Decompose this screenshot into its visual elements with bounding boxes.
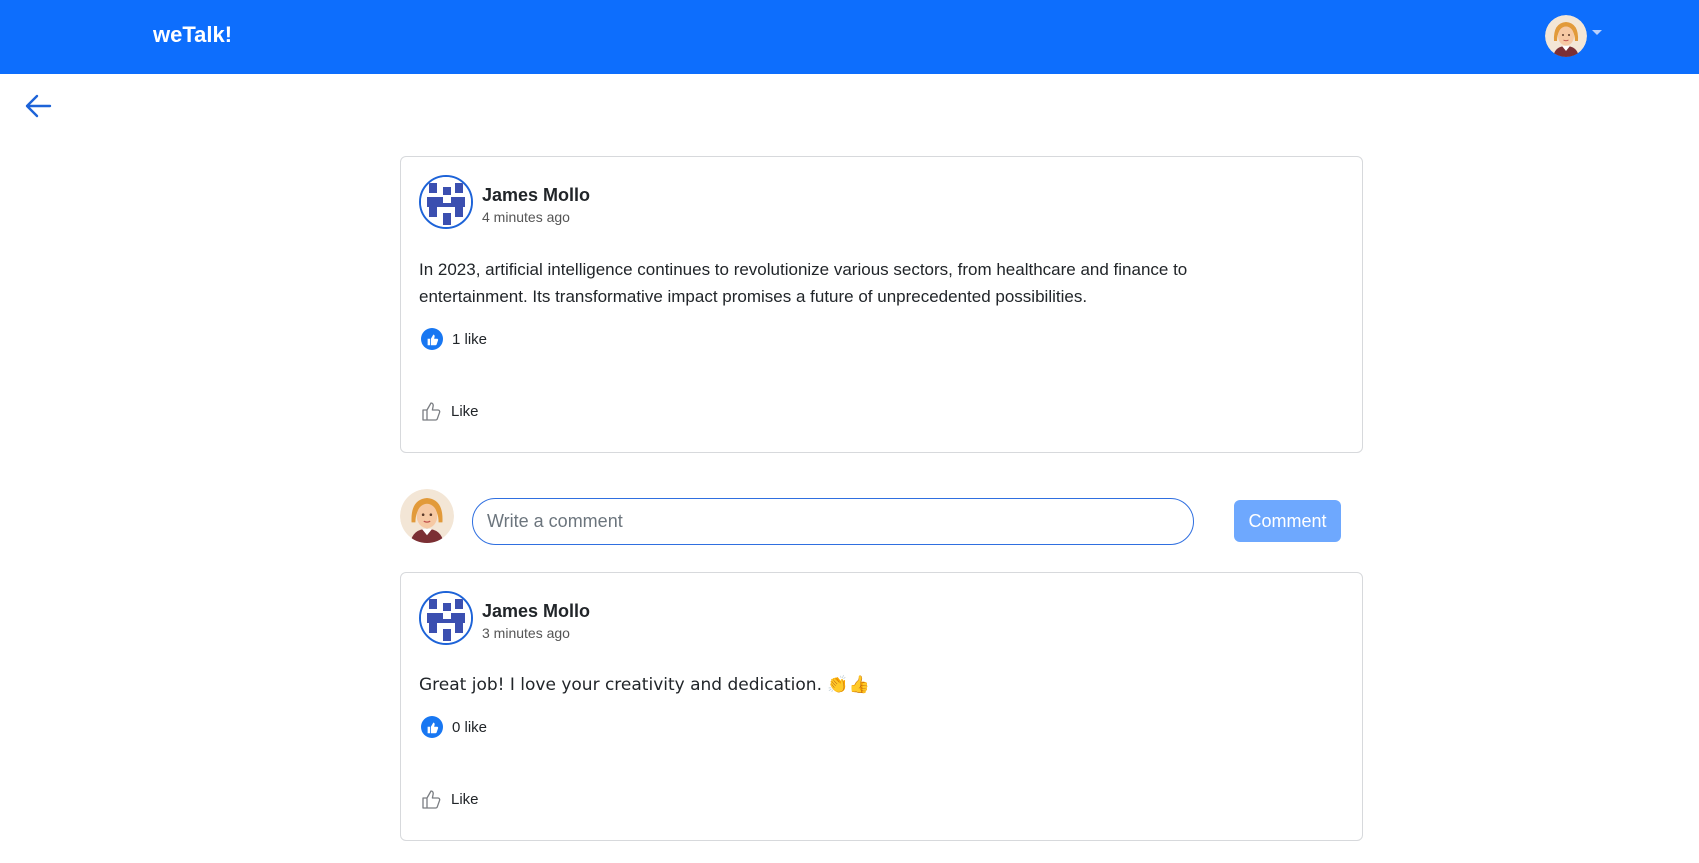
brand-logo[interactable]: weTalk! — [153, 22, 232, 48]
like-button[interactable]: Like — [421, 788, 479, 810]
comment-input[interactable] — [472, 498, 1194, 545]
like-button-label: Like — [451, 790, 479, 808]
like-button[interactable]: Like — [421, 400, 479, 422]
post-text: In 2023, artificial intelligence continu… — [419, 260, 1188, 306]
post-timestamp: 4 minutes ago — [482, 209, 570, 225]
thumbs-up-filled-icon — [421, 328, 443, 350]
like-count-label: 1 like — [452, 330, 488, 348]
caret-down-icon[interactable] — [1592, 30, 1602, 35]
current-user-avatar[interactable] — [400, 489, 454, 543]
user-avatar[interactable] — [1545, 15, 1587, 57]
author-avatar[interactable] — [419, 591, 473, 645]
arrow-left-icon[interactable] — [24, 93, 52, 119]
author-avatar[interactable] — [419, 175, 473, 229]
comment-submit-button[interactable]: Comment — [1234, 500, 1341, 542]
thumbs-up-filled-icon — [421, 716, 443, 738]
post-card: James Mollo 4 minutes ago In 2023, artif… — [400, 156, 1363, 453]
author-name[interactable]: James Mollo — [482, 185, 590, 206]
author-name[interactable]: James Mollo — [482, 601, 590, 622]
thumbs-up-outline-icon — [422, 790, 441, 809]
comment-timestamp: 3 minutes ago — [482, 625, 570, 641]
thumbs-up-outline-icon — [422, 402, 441, 421]
like-count: 1 like — [421, 328, 487, 350]
like-count-label: 0 like — [452, 718, 488, 736]
like-button-label: Like — [451, 402, 479, 420]
comment-text: Great job! I love your creativity and de… — [419, 675, 870, 695]
like-count: 0 like — [421, 716, 487, 738]
comment-card: James Mollo 3 minutes ago Great job! I l… — [400, 572, 1363, 841]
top-navbar: weTalk! — [0, 0, 1699, 74]
